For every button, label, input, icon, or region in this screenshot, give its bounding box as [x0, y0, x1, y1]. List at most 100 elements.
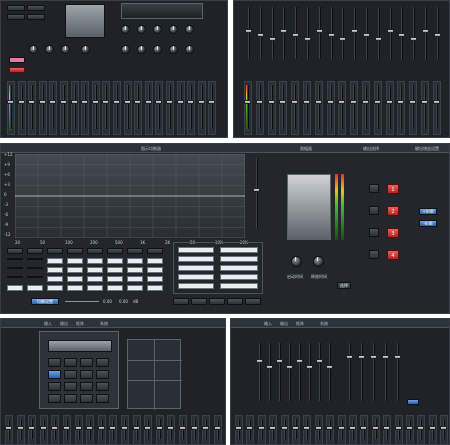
input-trim-fader[interactable] — [318, 7, 321, 59]
eq-band-button[interactable] — [127, 248, 143, 254]
output-select-button[interactable]: 3 — [387, 228, 399, 238]
attack-knob[interactable] — [291, 256, 302, 267]
input-trim-fader[interactable] — [271, 7, 274, 59]
eq-band-value[interactable] — [127, 285, 143, 291]
limiter-fader[interactable] — [397, 343, 399, 401]
eq-band-button[interactable] — [87, 248, 103, 254]
eq-param-field[interactable] — [178, 283, 214, 289]
channel-fader-cap[interactable] — [267, 100, 275, 104]
channel-fader[interactable] — [179, 85, 182, 129]
keypad-key[interactable] — [64, 370, 77, 379]
preset-button[interactable] — [9, 57, 25, 63]
trim-knob[interactable] — [45, 45, 54, 54]
channel-fader[interactable] — [190, 85, 193, 129]
channel-fader-cap[interactable] — [269, 426, 277, 430]
channel-fader[interactable] — [282, 85, 285, 129]
eq-param-field[interactable] — [178, 247, 214, 253]
eq-band-value[interactable] — [107, 258, 123, 264]
channel-fader-cap[interactable] — [144, 426, 152, 430]
channel-fader[interactable] — [306, 85, 308, 129]
channel-fader-cap[interactable] — [38, 100, 46, 104]
eq-param-field[interactable] — [178, 265, 214, 271]
eq-band-value[interactable] — [27, 267, 43, 269]
eq-param-field[interactable] — [220, 283, 258, 289]
eq-band-value[interactable] — [67, 267, 83, 273]
input-trim-fader-cap[interactable] — [304, 37, 311, 41]
limiter-fader-cap[interactable] — [346, 355, 353, 359]
channel-fader-cap[interactable] — [81, 100, 89, 104]
channel-fader-cap[interactable] — [246, 426, 254, 430]
channel-fader[interactable] — [247, 85, 249, 129]
send-knob-6[interactable] — [121, 45, 130, 54]
eq-param-field[interactable] — [220, 247, 258, 253]
output-fader-cap[interactable] — [296, 359, 303, 363]
channel-fader-cap[interactable] — [213, 426, 221, 430]
input-trim-fader[interactable] — [342, 7, 345, 59]
output-fader-cap[interactable] — [326, 365, 333, 369]
output-fader[interactable] — [269, 343, 271, 401]
limiter-fader-cap[interactable] — [394, 355, 401, 359]
input-trim-fader[interactable] — [283, 7, 286, 59]
channel-fader[interactable] — [158, 85, 161, 129]
input-trim-fader[interactable] — [389, 7, 392, 59]
channel-fader[interactable] — [10, 85, 12, 129]
eq-function-button[interactable] — [227, 298, 243, 305]
limiter-select-button[interactable]: 选择 — [337, 282, 351, 289]
eq-band-value[interactable] — [127, 276, 143, 282]
eq-band-value[interactable] — [47, 276, 63, 282]
eq-band-button[interactable] — [67, 248, 83, 254]
channel-fader-cap[interactable] — [383, 426, 391, 430]
eq-band-value[interactable] — [47, 285, 63, 291]
channel-fader-cap[interactable] — [440, 426, 448, 430]
bl-tab-2[interactable]: 输出 — [57, 320, 71, 327]
input-trim-fader-cap[interactable] — [292, 33, 300, 37]
channel-fader-cap[interactable] — [190, 426, 198, 430]
output-fader-cap[interactable] — [276, 359, 283, 363]
channel-fader[interactable] — [424, 85, 426, 129]
send-knob-1[interactable] — [121, 25, 130, 34]
eq-band-value[interactable] — [147, 267, 163, 273]
channel-fader-cap[interactable] — [255, 100, 263, 104]
br-apply-button[interactable] — [407, 399, 419, 405]
channel-fader-cap[interactable] — [257, 426, 265, 430]
eq-band-value[interactable] — [7, 285, 23, 291]
keypad-key[interactable] — [64, 394, 77, 403]
output-fader-cap[interactable] — [266, 365, 273, 369]
channel-fader[interactable] — [365, 85, 367, 129]
channel-fader[interactable] — [412, 85, 415, 129]
keypad-key[interactable] — [48, 370, 61, 379]
channel-fader[interactable] — [400, 85, 403, 129]
channel-fader-cap[interactable] — [394, 426, 402, 430]
input-trim-fader-cap[interactable] — [422, 29, 429, 33]
send-knob-10[interactable] — [185, 45, 194, 54]
channel-fader-cap[interactable] — [428, 426, 436, 430]
input-trim-fader[interactable] — [425, 7, 427, 59]
keypad-key[interactable] — [80, 358, 93, 367]
channel-fader-cap[interactable] — [91, 100, 99, 104]
eq-band-value[interactable] — [47, 267, 63, 273]
eq-band-value[interactable] — [27, 258, 43, 260]
channel-fader[interactable] — [52, 85, 55, 129]
channel-fader[interactable] — [105, 85, 108, 129]
keypad-key[interactable] — [64, 382, 77, 391]
bl-tab-4[interactable]: 系统 — [97, 320, 111, 327]
output-fader-cap[interactable] — [306, 365, 313, 369]
channel-fader-cap[interactable] — [179, 426, 186, 430]
channel-fader-cap[interactable] — [417, 426, 425, 430]
channel-fader-cap[interactable] — [155, 100, 163, 104]
channel-fader-cap[interactable] — [28, 100, 36, 104]
eq-side-fader-cap[interactable] — [253, 188, 260, 192]
eq-band-value[interactable] — [7, 258, 23, 260]
keypad-key[interactable] — [96, 358, 109, 367]
channel-fader[interactable] — [41, 85, 44, 129]
eq-graph[interactable] — [15, 154, 245, 238]
eq-band-button[interactable] — [147, 248, 163, 254]
channel-fader-cap[interactable] — [51, 426, 59, 430]
eq-band-value[interactable] — [107, 285, 123, 291]
eq-freq-slider[interactable] — [65, 301, 99, 302]
channel-fader-cap[interactable] — [63, 426, 70, 430]
channel-fader[interactable] — [116, 85, 118, 129]
limiter-fader-cap[interactable] — [382, 355, 389, 359]
channel-fader-cap[interactable] — [337, 426, 345, 430]
input-trim-fader-cap[interactable] — [256, 33, 264, 37]
